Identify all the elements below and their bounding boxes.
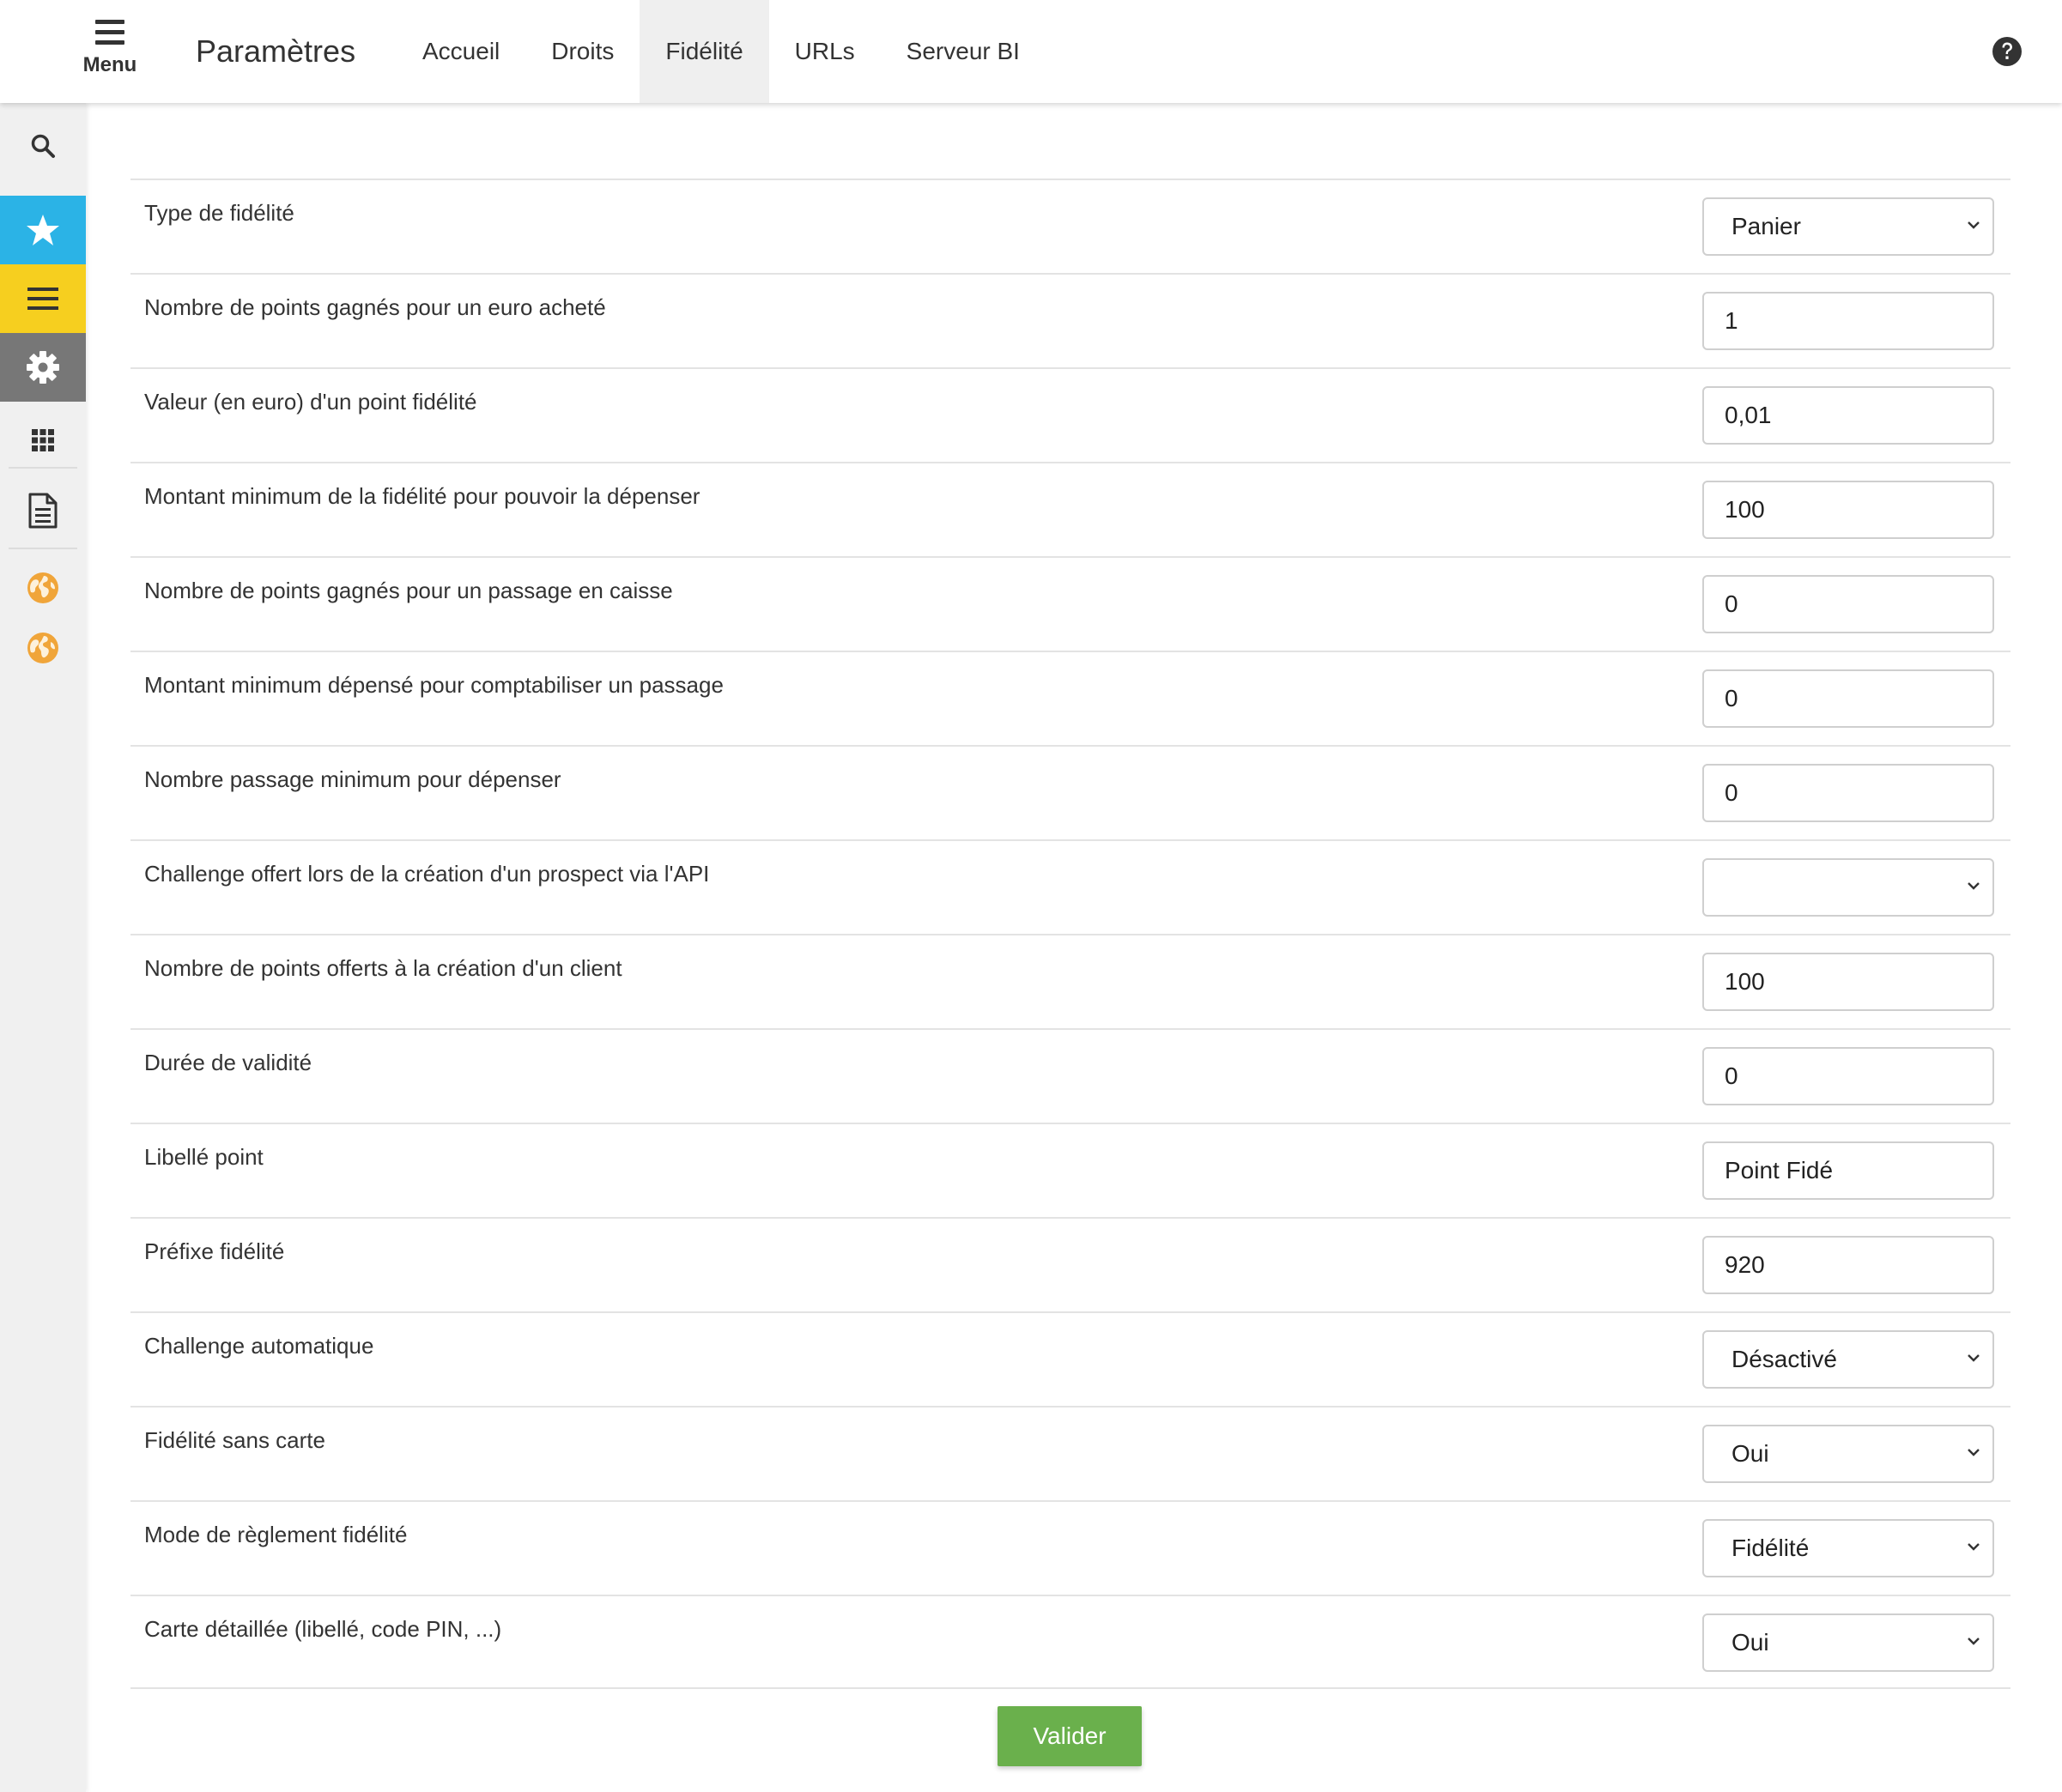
chevron-down-icon [1968,1543,1980,1551]
duree-validite-input[interactable] [1702,1047,1994,1105]
field-label: Nombre de points gagnés pour un passage … [144,578,673,603]
select-value: Oui [1731,1440,1769,1467]
prefixe-fidelite-input[interactable] [1702,1236,1994,1294]
settings-tabs: Accueil Droits Fidélité URLs Serveur BI [397,0,1046,103]
form-row-challenge-automatique: Challenge automatique Désactivé [130,1311,2010,1406]
valeur-point-input[interactable] [1702,386,1994,445]
select-value: Panier [1731,213,1801,239]
search-icon [31,134,55,158]
field-label: Valeur (en euro) d'un point fidélité [144,389,477,415]
star-icon [27,215,59,245]
form-row-valeur-point: Valeur (en euro) d'un point fidélité [130,367,2010,462]
sidebar-item-globe-2[interactable] [0,625,86,671]
field-label: Type de fidélité [144,200,294,226]
chevron-down-icon [1968,1638,1980,1645]
menu-button[interactable]: Menu [70,19,149,88]
form-row-libelle-point: Libellé point [130,1123,2010,1217]
tab-fidelite[interactable]: Fidélité [640,0,769,103]
apps-grid-icon [32,429,54,451]
globe-icon [27,633,58,663]
sidebar-item-apps[interactable] [0,412,86,469]
points-par-euro-input[interactable] [1702,292,1994,350]
challenge-prospect-api-select[interactable] [1702,858,1994,917]
sidebar-divider [9,548,77,549]
form-row-carte-detaillee: Carte détaillée (libellé, code PIN, ...)… [130,1595,2010,1689]
carte-detaillee-select[interactable]: Oui [1702,1613,1994,1672]
menu-label: Menu [82,53,137,76]
mode-reglement-select[interactable]: Fidélité [1702,1519,1994,1577]
valider-button[interactable]: Valider [998,1706,1142,1766]
chevron-down-icon [1968,221,1980,229]
list-icon [27,288,58,310]
select-value: Désactivé [1731,1346,1837,1372]
field-label: Durée de validité [144,1050,312,1075]
sidebar-item-settings[interactable] [0,333,86,402]
sidebar-item-search[interactable] [0,122,86,170]
field-label: Carte détaillée (libellé, code PIN, ...) [144,1616,502,1642]
form-row-points-par-euro: Nombre de points gagnés pour un euro ach… [130,273,2010,367]
field-label: Montant minimum dépensé pour comptabilis… [144,672,724,698]
field-label: Challenge automatique [144,1333,374,1359]
form-row-points-par-passage: Nombre de points gagnés pour un passage … [130,556,2010,651]
fidelity-settings-form: Type de fidélité Panier Nombre de points… [130,179,2010,1689]
fidelite-sans-carte-select[interactable]: Oui [1702,1425,1994,1483]
form-row-duree-validite: Durée de validité [130,1028,2010,1123]
field-label: Nombre de points offerts à la création d… [144,955,622,981]
globe-icon [27,572,58,603]
form-row-type-fidelite: Type de fidélité Panier [130,179,2010,273]
select-value: Fidélité [1731,1535,1810,1561]
form-row-passage-minimum: Nombre passage minimum pour dépenser [130,745,2010,839]
libelle-point-input[interactable] [1702,1141,1994,1200]
passage-minimum-input[interactable] [1702,764,1994,822]
sidebar-item-globe-1[interactable] [0,565,86,611]
gear-icon [27,351,59,384]
montant-minimum-depense-input[interactable] [1702,481,1994,539]
points-par-passage-input[interactable] [1702,575,1994,633]
tab-urls[interactable]: URLs [769,0,881,103]
field-label: Préfixe fidélité [144,1238,285,1264]
field-label: Nombre passage minimum pour dépenser [144,766,561,792]
document-icon [28,493,58,529]
field-label: Libellé point [144,1144,264,1170]
chevron-down-icon [1968,882,1980,890]
tab-droits[interactable]: Droits [525,0,640,103]
field-label: Mode de règlement fidélité [144,1522,408,1547]
hamburger-icon [95,20,124,45]
field-label: Montant minimum de la fidélité pour pouv… [144,483,700,509]
sidebar-item-documents[interactable] [0,477,86,544]
challenge-automatique-select[interactable]: Désactivé [1702,1330,1994,1389]
field-label: Challenge offert lors de la création d'u… [144,861,710,887]
field-label: Nombre de points gagnés pour un euro ach… [144,294,606,320]
tab-accueil[interactable]: Accueil [397,0,525,103]
montant-minimum-passage-input[interactable] [1702,669,1994,728]
form-row-prefixe-fidelite: Préfixe fidélité [130,1217,2010,1311]
field-label: Fidélité sans carte [144,1427,325,1453]
type-fidelite-select[interactable]: Panier [1702,197,1994,256]
tab-serveur-bi[interactable]: Serveur BI [881,0,1046,103]
sidebar-item-list[interactable] [0,264,86,333]
chevron-down-icon [1968,1449,1980,1456]
points-creation-client-input[interactable] [1702,953,1994,1011]
form-row-fidelite-sans-carte: Fidélité sans carte Oui [130,1406,2010,1500]
sidebar [0,103,86,1792]
page-title: Paramètres [196,33,356,69]
top-bar: Menu Paramètres Accueil Droits Fidélité … [0,0,2062,103]
form-row-challenge-prospect-api: Challenge offert lors de la création d'u… [130,839,2010,934]
chevron-down-icon [1968,1354,1980,1362]
form-row-montant-minimum-passage: Montant minimum dépensé pour comptabilis… [130,651,2010,745]
form-row-points-creation-client: Nombre de points offerts à la création d… [130,934,2010,1028]
form-row-montant-minimum-depense: Montant minimum de la fidélité pour pouv… [130,462,2010,556]
select-value: Oui [1731,1629,1769,1656]
form-row-mode-reglement: Mode de règlement fidélité Fidélité [130,1500,2010,1595]
sidebar-item-favorites[interactable] [0,196,86,264]
sidebar-divider [9,467,77,469]
question-circle-icon[interactable] [1992,36,2023,67]
